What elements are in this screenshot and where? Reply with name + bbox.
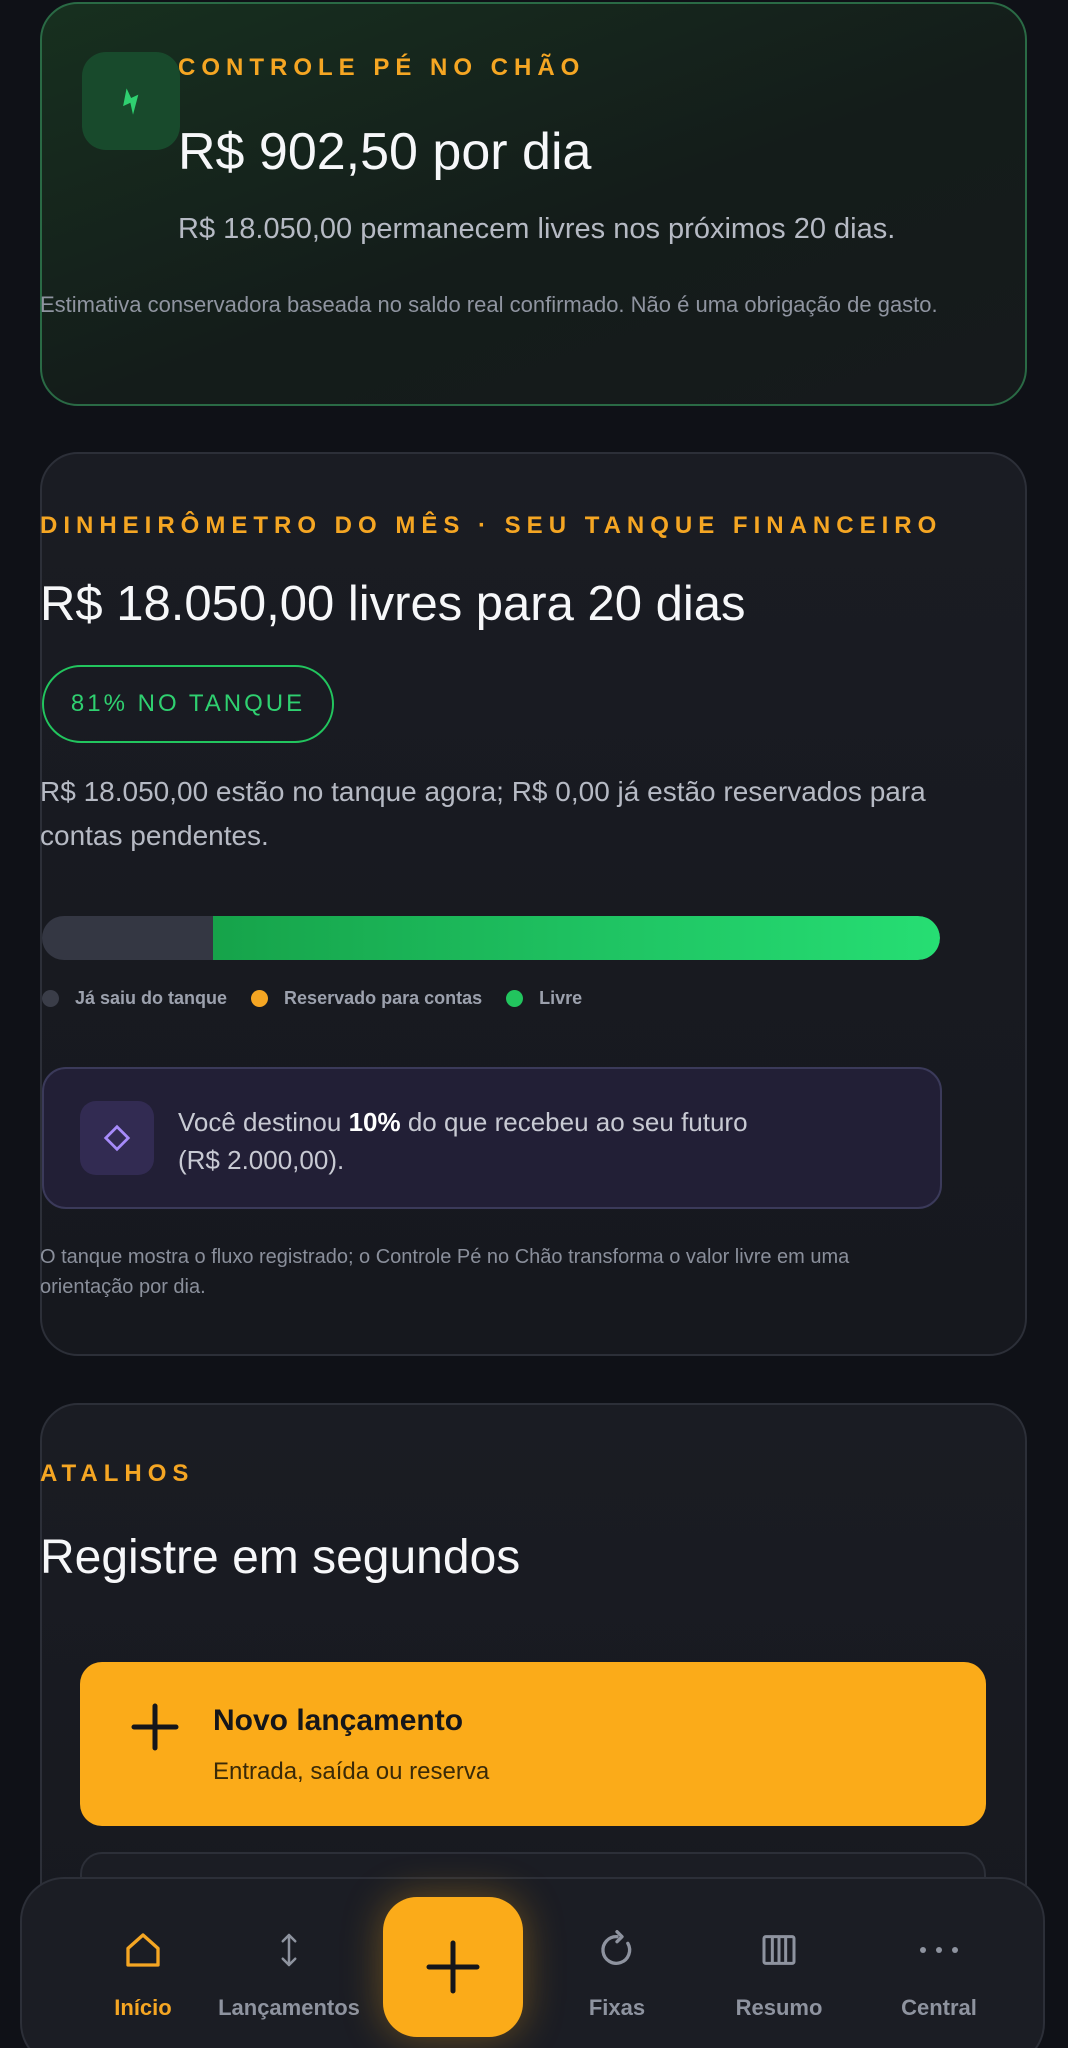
daily-note: Estimativa conservadora baseada no saldo… (40, 292, 938, 317)
future-amount: (R$ 2.000,00). (178, 1145, 345, 1175)
bottom-nav: Início Lançamentos Fixas Resumo Central (20, 1877, 1045, 2048)
daily-subtitle: R$ 18.050,00 permanecem livres nos próxi… (178, 213, 896, 245)
bolt-icon-box (82, 52, 180, 150)
more-icon (920, 1947, 958, 1953)
columns-icon (762, 1935, 796, 1965)
nav-item-inicio[interactable]: Início (58, 1927, 228, 2021)
home-icon (126, 1933, 160, 1967)
legend-label: Já saiu do tanque (75, 988, 228, 1008)
future-savings-box: Você destinou 10% do que recebeu ao seu … (42, 1067, 942, 1209)
tank-legend: Já saiu do tanque Reservado para contas … (42, 988, 606, 1009)
tank-note: O tanque mostra o fluxo registrado; o Co… (40, 1246, 850, 1298)
legend-item-left: Já saiu do tanque (42, 988, 227, 1009)
nav-label: Início (114, 1995, 172, 2020)
nav-label: Lançamentos (218, 1995, 360, 2020)
tank-title: R$ 18.050,00 livres para 20 dias (40, 577, 746, 631)
future-percent: 10% (348, 1107, 401, 1137)
shortcuts-eyebrow: ATALHOS (40, 1460, 195, 1487)
tank-description: R$ 18.050,00 estão no tanque agora; R$ 0… (40, 776, 926, 851)
nav-item-resumo[interactable]: Resumo (694, 1927, 864, 2021)
legend-item-free: Livre (506, 988, 582, 1009)
nav-label: Fixas (588, 1995, 646, 2020)
shortcuts-title: Registre em segundos (40, 1531, 521, 1584)
plus-icon (426, 1940, 480, 1994)
tank-free-fill (212, 916, 940, 960)
legend-item-reserved: Reservado para contas (251, 988, 482, 1009)
nav-item-fixas[interactable]: Fixas (532, 1927, 702, 2021)
diamond-icon (103, 1124, 131, 1152)
legend-dot (251, 990, 269, 1007)
future-prefix: Você destinou (178, 1107, 349, 1137)
new-entry-button[interactable]: Novo lançamento Entrada, saída ou reserv… (80, 1662, 986, 1826)
tank-status-badge: 81% NO TANQUE (42, 665, 334, 743)
plus-icon (131, 1703, 179, 1751)
legend-label: Reservado para contas (284, 988, 483, 1008)
nav-item-lancamentos[interactable]: Lançamentos (204, 1927, 374, 2021)
legend-label: Livre (539, 988, 583, 1008)
legend-dot (42, 990, 59, 1007)
future-savings-text: Você destinou 10% do que recebeu ao seu … (178, 1103, 878, 1179)
arrows-updown-icon (281, 1933, 297, 1967)
tank-progress-bar (42, 916, 940, 960)
tank-eyebrow: DINHEIRÔMETRO DO MÊS · SEU TANQUE FINANC… (40, 512, 943, 539)
control-eyebrow: CONTROLE PÉ NO CHÃO (178, 54, 586, 81)
legend-dot (506, 990, 524, 1007)
daily-amount: R$ 902,50 por dia (178, 123, 592, 181)
refresh-icon (601, 1930, 632, 1965)
nav-label: Resumo (735, 1995, 823, 2020)
bolt-icon (123, 88, 139, 115)
add-entry-fab[interactable] (383, 1897, 523, 2037)
nav-item-central[interactable]: Central (854, 1927, 1024, 2021)
new-entry-subtitle: Entrada, saída ou reserva (213, 1758, 490, 1785)
nav-label: Central (901, 1995, 977, 2020)
future-suffix: do que recebeu ao seu futuro (400, 1107, 748, 1137)
diamond-icon-box (80, 1101, 154, 1175)
new-entry-title: Novo lançamento (213, 1704, 464, 1737)
